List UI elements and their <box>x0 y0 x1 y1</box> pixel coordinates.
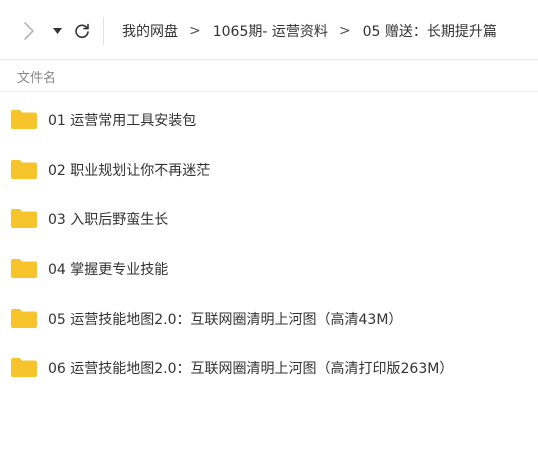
folder-row[interactable]: 04 掌握更专业技能 <box>0 246 538 290</box>
toolbar-divider <box>103 17 104 45</box>
folder-row[interactable]: 06 运营技能地图2.0：互联网圈清明上河图（高清打印版263M） <box>0 345 538 389</box>
forward-button[interactable] <box>20 21 38 41</box>
folder-icon <box>11 358 37 377</box>
breadcrumb-separator: > <box>338 23 351 39</box>
folder-name: 02 职业规划让你不再迷茫 <box>48 163 211 179</box>
folder-icon <box>11 309 37 328</box>
folder-icon <box>11 209 37 228</box>
breadcrumb-item-current[interactable]: 05 赠送：长期提升篇 <box>363 21 497 41</box>
folder-name: 01 运营常用工具安装包 <box>48 113 197 129</box>
folder-icon <box>11 160 37 179</box>
folder-name: 04 掌握更专业技能 <box>48 262 169 278</box>
breadcrumb: 我的网盘 > 1065期- 运营资料 > 05 赠送：长期提升篇 <box>122 21 497 41</box>
caret-down-icon <box>52 28 62 34</box>
breadcrumb-item-root[interactable]: 我的网盘 <box>122 21 178 41</box>
folder-row[interactable]: 02 职业规划让你不再迷茫 <box>0 147 538 191</box>
folder-name: 03 入职后野蛮生长 <box>48 212 169 228</box>
folder-row[interactable]: 03 入职后野蛮生长 <box>0 196 538 240</box>
folder-icon <box>11 110 37 129</box>
refresh-icon <box>75 23 89 39</box>
toolbar: 我的网盘 > 1065期- 运营资料 > 05 赠送：长期提升篇 <box>0 0 538 60</box>
name-column-header[interactable]: 文件名 <box>17 67 56 86</box>
history-dropdown-button[interactable] <box>50 22 64 40</box>
breadcrumb-separator: > <box>189 23 201 39</box>
folder-name: 06 运营技能地图2.0：互联网圈清明上河图（高清打印版263M） <box>48 361 454 377</box>
breadcrumb-item-parent[interactable]: 1065期- 运营资料 <box>213 21 328 41</box>
folder-row[interactable]: 05 运营技能地图2.0：互联网圈清明上河图（高清43M） <box>0 296 538 340</box>
folder-icon <box>11 259 37 278</box>
refresh-button[interactable] <box>72 21 92 41</box>
chevron-right-icon <box>24 22 34 40</box>
list-header: 文件名 <box>0 60 538 92</box>
folder-name: 05 运营技能地图2.0：互联网圈清明上河图（高清43M） <box>48 312 403 328</box>
folder-row[interactable]: 01 运营常用工具安装包 <box>0 97 538 141</box>
